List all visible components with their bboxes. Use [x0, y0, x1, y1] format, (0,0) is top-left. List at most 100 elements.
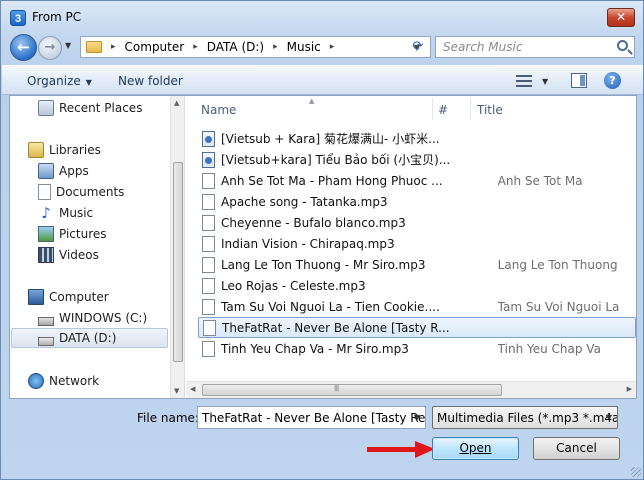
nav-scroll-thumb[interactable] — [173, 162, 183, 362]
nav-item-label: Apps — [59, 164, 89, 178]
breadcrumb-separator-icon[interactable]: ▸ — [193, 42, 198, 52]
column-divider[interactable] — [432, 98, 433, 120]
file-row[interactable]: Cheyenne - Bufalo blanco.mp3 — [198, 212, 636, 233]
folder-icon — [86, 41, 102, 53]
file-row[interactable]: [Vietsub+kara] Tiểu Bảo bối (小宝贝)... — [198, 149, 636, 170]
column-header-name[interactable]: Name — [201, 96, 236, 122]
horizontal-scroll-thumb[interactable] — [202, 384, 502, 396]
file-icon — [202, 340, 215, 357]
file-name: [Vietsub + Kara] 菊花爆满山- 小虾米... — [221, 132, 440, 146]
nav-item-pictures[interactable]: Pictures — [38, 224, 107, 244]
file-type-dropdown-icon[interactable]: ▼ — [606, 413, 612, 422]
nav-item-computer[interactable]: Computer — [28, 287, 109, 307]
nav-item-label: Pictures — [59, 227, 107, 241]
file-row[interactable]: Anh Se Tot Ma - Pham Hong Phuoc ... Anh S… — [198, 170, 636, 191]
file-row[interactable]: Leo Rojas - Celeste.mp3 — [198, 275, 636, 296]
resize-grip-icon[interactable] — [631, 467, 641, 477]
horizontal-scrollbar[interactable]: ◀ |||| ▶ — [186, 381, 636, 398]
scroll-up-icon[interactable]: ▲ — [174, 99, 179, 107]
file-name: Tam Su Voi Nguoi La - Tien Cookie.... — [221, 299, 440, 314]
file-type-value: Multimedia Files (*.mp3 *.m4a — [437, 411, 618, 425]
view-options-icon[interactable] — [516, 74, 532, 88]
recent-places-icon — [38, 100, 54, 116]
refresh-icon[interactable]: ⟳ — [409, 38, 427, 56]
file-row[interactable]: Tam Su Voi Nguoi La - Tien Cookie.... Tam… — [198, 296, 636, 317]
preview-pane-icon[interactable] — [571, 73, 587, 88]
videos-icon — [38, 247, 54, 263]
arrow-left-icon: ← — [17, 38, 30, 56]
file-icon — [202, 235, 215, 252]
file-name-label: File name: — [137, 411, 199, 425]
file-row[interactable]: Apache song - Tatanka.mp3 — [198, 191, 636, 212]
file-row[interactable]: Tinh Yeu Chap Va - Mr Siro.mp3 Tinh Yeu C… — [198, 338, 636, 359]
forward-button[interactable]: → — [38, 36, 62, 60]
file-name: Apache song - Tatanka.mp3 — [221, 194, 388, 209]
nav-item-libraries[interactable]: Libraries — [28, 140, 101, 160]
file-icon — [203, 319, 216, 336]
nav-item-videos[interactable]: Videos — [38, 245, 99, 265]
breadcrumb-data-d[interactable]: DATA (D:) — [207, 40, 264, 54]
nav-item-network[interactable]: Network — [28, 371, 99, 391]
help-icon[interactable]: ? — [604, 72, 621, 89]
search-box[interactable]: Search Music — [435, 36, 635, 58]
column-header-number[interactable]: # — [438, 96, 448, 122]
network-icon — [28, 373, 44, 389]
open-button[interactable]: Open — [432, 437, 519, 460]
scroll-down-icon[interactable]: ▼ — [174, 387, 179, 395]
nav-item-label: WINDOWS (C:) — [59, 311, 148, 325]
drive-c-icon — [38, 316, 54, 326]
sort-ascending-icon: ▲ — [309, 97, 315, 105]
organize-label: Organize — [27, 74, 81, 88]
nav-item-apps[interactable]: Apps — [38, 161, 89, 181]
dialog-window: 3 From PC ✕ ← → ▼ ▸ Computer ▸ DATA (D:)… — [0, 0, 644, 480]
file-name: Cheyenne - Bufalo blanco.mp3 — [221, 215, 406, 230]
view-dropdown-icon[interactable]: ▼ — [542, 77, 548, 86]
nav-item-documents[interactable]: Documents — [38, 182, 124, 202]
file-list: ▲ Name # Title [Vietsub + Kara] 菊花爆满山- 小… — [186, 96, 636, 398]
nav-item-data-d[interactable]: DATA (D:) — [11, 328, 168, 348]
search-input[interactable]: Search Music — [443, 40, 522, 54]
scroll-right-icon[interactable]: ▶ — [627, 385, 632, 393]
file-row[interactable]: [Vietsub + Kara] 菊花爆满山- 小虾米... — [198, 128, 636, 149]
nav-item-music[interactable]: ♪ Music — [38, 203, 93, 223]
file-name-field[interactable]: TheFatRat - Never Be Alone [Tasty Rel ▼ — [197, 406, 426, 429]
breadcrumb-computer[interactable]: Computer — [125, 40, 185, 54]
address-bar[interactable]: ▸ Computer ▸ DATA (D:) ▸ Music ▸ ▼ — [80, 36, 431, 58]
nav-item-label: Documents — [56, 185, 125, 199]
file-name-dropdown-icon[interactable]: ▼ — [414, 413, 420, 422]
arrow-right-icon: → — [44, 40, 56, 55]
nav-scrollbar[interactable]: ▲ ▼ — [170, 96, 184, 398]
file-icon — [202, 277, 215, 294]
breadcrumb-separator-icon[interactable]: ▸ — [330, 42, 335, 52]
organize-button[interactable]: Organize ▼ — [27, 74, 92, 88]
history-dropdown-icon[interactable]: ▼ — [65, 41, 71, 50]
pictures-icon — [38, 226, 54, 242]
file-title: Tam Su Voi Nguoi La — [497, 299, 620, 314]
file-row[interactable]: TheFatRat - Never Be Alone [Tasty R... — [198, 317, 636, 338]
nav-item-windows-c[interactable]: WINDOWS (C:) — [38, 308, 147, 328]
file-title: Tinh Yeu Chap Va — [497, 341, 601, 356]
file-title: Anh Se Tot Ma — [497, 173, 583, 188]
breadcrumb-separator-icon[interactable]: ▸ — [273, 42, 278, 52]
column-header-title[interactable]: Title — [477, 96, 503, 122]
breadcrumb-separator-icon: ▸ — [111, 42, 116, 52]
file-type-select[interactable]: Multimedia Files (*.mp3 *.m4a ▼ — [432, 406, 618, 429]
drive-d-icon — [38, 336, 54, 346]
nav-item-recent-places[interactable]: Recent Places — [38, 98, 142, 118]
apps-icon — [38, 163, 54, 179]
cancel-button[interactable]: Cancel — [533, 437, 620, 460]
breadcrumb-music[interactable]: Music — [287, 40, 321, 54]
nav-item-label: Music — [59, 206, 94, 220]
file-row[interactable]: Indian Vision - Chirapaq.mp3 — [198, 233, 636, 254]
nav-item-label: Videos — [59, 248, 99, 262]
new-folder-button[interactable]: New folder — [118, 74, 183, 88]
file-icon — [202, 172, 215, 189]
file-row[interactable]: Lang Le Ton Thuong - Mr Siro.mp3 Lang Le … — [198, 254, 636, 275]
title-bar[interactable]: 3 From PC ✕ — [1, 1, 643, 33]
back-button[interactable]: ← — [10, 34, 37, 61]
close-button[interactable]: ✕ — [607, 8, 635, 27]
file-name: Lang Le Ton Thuong - Mr Siro.mp3 — [221, 257, 426, 272]
column-divider[interactable] — [470, 98, 471, 120]
file-icon — [202, 256, 215, 273]
scroll-left-icon[interactable]: ◀ — [190, 385, 195, 393]
